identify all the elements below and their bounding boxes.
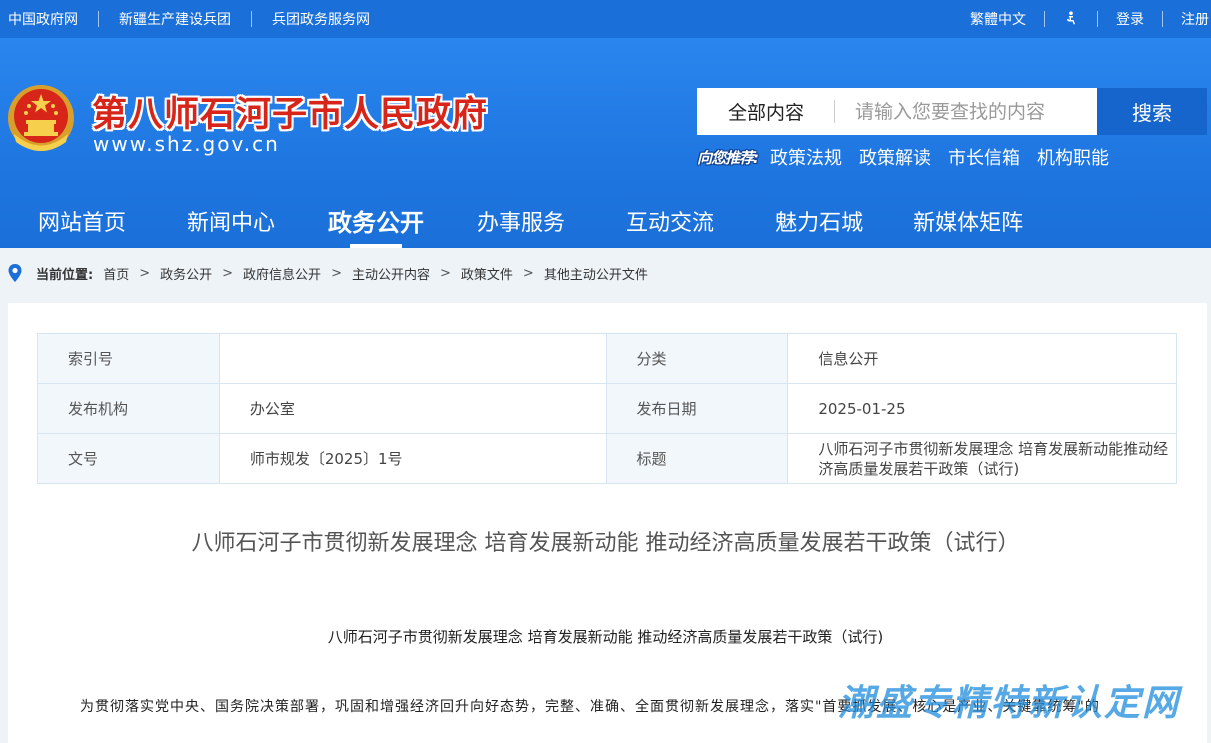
meta-key-category: 分类 (605, 333, 789, 384)
table-row: 发布机构 办公室 发布日期 2025-01-25 (37, 383, 1177, 434)
document-subtitle: 八师石河子市贯彻新发展理念 培育发展新动能 推动经济高质量发展若干政策（试行) (327, 628, 884, 646)
site-title[interactable]: 第八师石河子市人民政府 (92, 86, 488, 137)
recommend-link-interpretation[interactable]: 政策解读 (859, 144, 931, 170)
breadcrumb-item[interactable]: 政务公开 (160, 264, 212, 283)
breadcrumb-lead: 当前位置: (36, 267, 94, 283)
search-bar: 全部内容 搜索 (697, 88, 1207, 135)
breadcrumb-separator: > (331, 265, 342, 281)
accessibility-icon (1067, 11, 1075, 25)
top-bar: 中国政府网 新疆生产建设兵团 兵团政务服务网 繁體中文 登录 注册 (0, 0, 1211, 38)
main-nav: 网站首页 新闻中心 政务公开 办事服务 互动交流 魅力石城 新媒体矩阵 (0, 193, 1023, 248)
register-link[interactable]: 注册 (1163, 9, 1211, 29)
site-header: 第八师石河子市人民政府 www.shz.gov.cn 全部内容 搜索 向您推荐:… (0, 38, 1211, 248)
nav-news[interactable]: 新闻中心 (187, 193, 275, 248)
accessibility-button[interactable] (1045, 11, 1097, 27)
breadcrumb-separator: > (439, 265, 451, 281)
recommend-tag: 向您推荐: (697, 148, 759, 167)
site-url: www.shz.gov.cn (93, 132, 280, 156)
breadcrumb-separator: > (522, 265, 534, 281)
breadcrumb-item[interactable]: 政府信息公开 (243, 264, 321, 283)
nav-services[interactable]: 办事服务 (477, 193, 565, 248)
table-row: 文号 师市规发〔2025〕1号 标题 八师石河子市贯彻新发展理念 培育发展新动能… (37, 433, 1177, 484)
national-emblem-icon (8, 85, 74, 151)
link-xjbt[interactable]: 新疆生产建设兵团 (99, 9, 251, 29)
traditional-chinese-link[interactable]: 繁體中文 (952, 9, 1044, 29)
login-link[interactable]: 登录 (1098, 9, 1162, 29)
top-right: 繁體中文 登录 注册 (952, 0, 1211, 38)
nav-interaction[interactable]: 互动交流 (626, 193, 714, 248)
link-bt-service[interactable]: 兵团政务服务网 (252, 9, 390, 29)
nav-new-media[interactable]: 新媒体矩阵 (913, 193, 1023, 248)
meta-value-title: 八师石河子市贯彻新发展理念 培育发展新动能推动经济高质量发展若干政策（试行) (787, 433, 1177, 484)
meta-key-date: 发布日期 (605, 383, 789, 434)
meta-value-publisher: 办公室 (218, 383, 607, 434)
meta-value-doc-number: 师市规发〔2025〕1号 (218, 433, 607, 484)
breadcrumb-separator: > (222, 265, 234, 281)
breadcrumb-item[interactable]: 首页 (103, 264, 129, 283)
meta-key-publisher: 发布机构 (37, 383, 220, 434)
nav-charm-city[interactable]: 魅力石城 (775, 193, 863, 248)
search-scope-select[interactable]: 全部内容 (697, 88, 835, 135)
recommend-link-functions[interactable]: 机构职能 (1037, 144, 1109, 170)
search-input[interactable] (835, 88, 1097, 135)
meta-key-index: 索引号 (37, 333, 220, 384)
meta-key-title: 标题 (605, 433, 789, 484)
search-button[interactable]: 搜索 (1097, 88, 1207, 135)
link-gov-cn[interactable]: 中国政府网 (8, 9, 98, 29)
meta-key-doc-number: 文号 (37, 433, 220, 484)
breadcrumb-item[interactable]: 主动公开内容 (352, 264, 430, 283)
nav-gov-affairs[interactable]: 政务公开 (328, 193, 424, 248)
table-row: 索引号 分类 信息公开 (37, 333, 1177, 384)
breadcrumb: 当前位置: 首页 > 政务公开 > 政府信息公开 > 主动公开内容 > 政策文件… (8, 262, 648, 284)
breadcrumb-item[interactable]: 其他主动公开文件 (544, 264, 648, 283)
meta-value-category: 信息公开 (787, 333, 1177, 384)
location-pin-icon (8, 264, 22, 282)
recommend-bar: 向您推荐: 政策法规 政策解读 市长信箱 机构职能 (697, 144, 1126, 170)
recommend-link-mayor-mailbox[interactable]: 市长信箱 (948, 144, 1020, 170)
watermark: 潮盛专精特新认定网 (838, 683, 1181, 724)
document-meta-table: 索引号 分类 信息公开 发布机构 办公室 发布日期 2025-01-25 文号 … (37, 333, 1177, 484)
breadcrumb-item[interactable]: 政策文件 (461, 264, 513, 283)
meta-value-index (218, 333, 607, 384)
meta-value-date: 2025-01-25 (787, 383, 1177, 434)
recommend-link-policy[interactable]: 政策法规 (770, 144, 842, 170)
top-links: 中国政府网 新疆生产建设兵团 兵团政务服务网 (8, 0, 390, 38)
breadcrumb-separator: > (139, 265, 151, 281)
document-title: 八师石河子市贯彻新发展理念 培育发展新动能 推动经济高质量发展若干政策（试行） (191, 531, 1020, 556)
nav-home[interactable]: 网站首页 (38, 193, 126, 248)
